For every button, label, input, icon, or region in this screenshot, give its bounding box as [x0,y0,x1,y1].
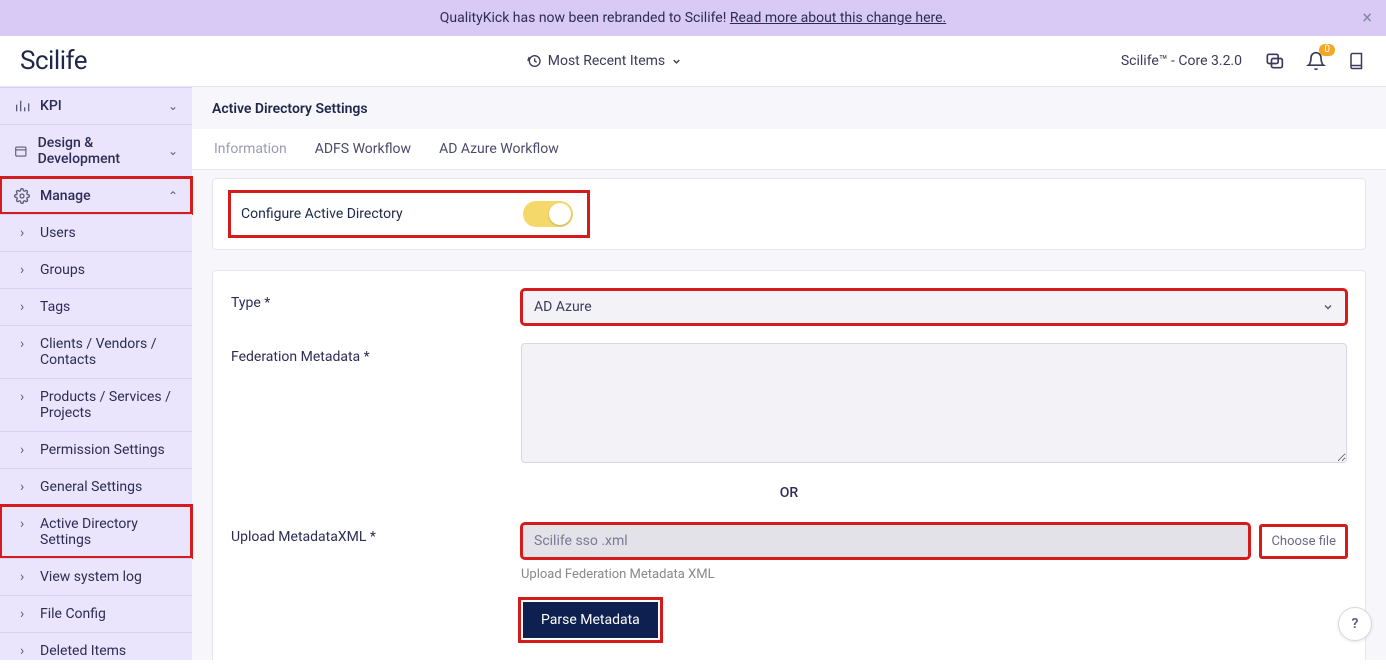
chevron-down-icon [1322,301,1334,313]
tabs: Information ADFS Workflow AD Azure Workf… [192,129,1386,170]
banner-link[interactable]: Read more about this change here. [730,10,946,26]
calendar-icon [14,143,28,159]
sidebar-item-products[interactable]: Products / Services / Projects [0,378,192,431]
sidebar-kpi[interactable]: KPI ⌄ [0,87,192,124]
metadata-label: Federation Metadata * [231,343,521,365]
version-label: Scilife™ - Core 3.2.0 [1121,53,1242,69]
or-divider: OR [231,485,1347,501]
tab-information[interactable]: Information [200,129,301,169]
form-card: Type * AD Azure Federation Metadata * OR [212,270,1366,660]
sidebar-item-ad-settings[interactable]: Active Directory Settings [0,505,192,558]
chart-icon [14,98,30,114]
sidebar-item-log[interactable]: View system log [0,558,192,595]
banner-text: QualityKick has now been rebranded to Sc… [440,10,730,26]
brand-logo[interactable]: Scilife [20,46,87,76]
chevron-down-icon: ⌄ [168,144,178,158]
notification-badge: 0 [1319,44,1335,56]
type-label: Type * [231,289,521,311]
tab-azure[interactable]: AD Azure Workflow [425,129,573,169]
sidebar-item-users[interactable]: Users [0,214,192,251]
notifications-icon[interactable]: 0 [1306,51,1326,71]
book-icon[interactable] [1348,51,1366,71]
sidebar-item-tags[interactable]: Tags [0,288,192,325]
configure-toggle[interactable] [523,201,573,227]
gear-icon [14,188,30,204]
type-select[interactable]: AD Azure [521,289,1347,325]
configure-card: Configure Active Directory [212,178,1366,250]
upload-label: Upload MetadataXML * [231,523,521,545]
sidebar-manage[interactable]: Manage ⌃ [0,177,192,214]
sidebar: KPI ⌄ Design & Development ⌄ Manage ⌃ Us… [0,87,192,660]
configure-label: Configure Active Directory [241,206,403,222]
rebranding-banner: QualityKick has now been rebranded to Sc… [0,0,1386,36]
sidebar-item-groups[interactable]: Groups [0,251,192,288]
upload-helper: Upload Federation Metadata XML [521,567,1347,582]
close-icon[interactable]: × [1362,8,1372,29]
page-title: Active Directory Settings [192,87,1386,129]
parse-metadata-button[interactable]: Parse Metadata [523,602,658,638]
messages-icon[interactable] [1264,51,1284,71]
choose-file-button[interactable]: Choose file [1260,525,1347,558]
tab-adfs[interactable]: ADFS Workflow [301,129,425,169]
recent-items-label: Most Recent Items [548,53,665,69]
main-content: Active Directory Settings Information AD… [192,87,1386,660]
help-button[interactable]: ? [1338,607,1372,641]
history-icon [526,53,542,69]
type-value: AD Azure [534,299,592,315]
chevron-down-icon: ⌄ [168,99,178,113]
metadata-textarea[interactable] [521,343,1347,463]
sidebar-design[interactable]: Design & Development ⌄ [0,124,192,177]
sidebar-item-deleted[interactable]: Deleted Items [0,632,192,669]
upload-filename-display: Scilife sso .xml [521,523,1250,559]
sidebar-item-permission[interactable]: Permission Settings [0,431,192,468]
chevron-up-icon: ⌃ [168,189,178,203]
sidebar-item-general[interactable]: General Settings [0,468,192,505]
recent-items-dropdown[interactable]: Most Recent Items [87,53,1121,69]
chevron-down-icon [671,56,682,67]
sidebar-item-clients[interactable]: Clients / Vendors / Contacts [0,325,192,378]
sidebar-item-file-config[interactable]: File Config [0,595,192,632]
topbar: Scilife Most Recent Items Scilife™ - Cor… [0,36,1386,87]
